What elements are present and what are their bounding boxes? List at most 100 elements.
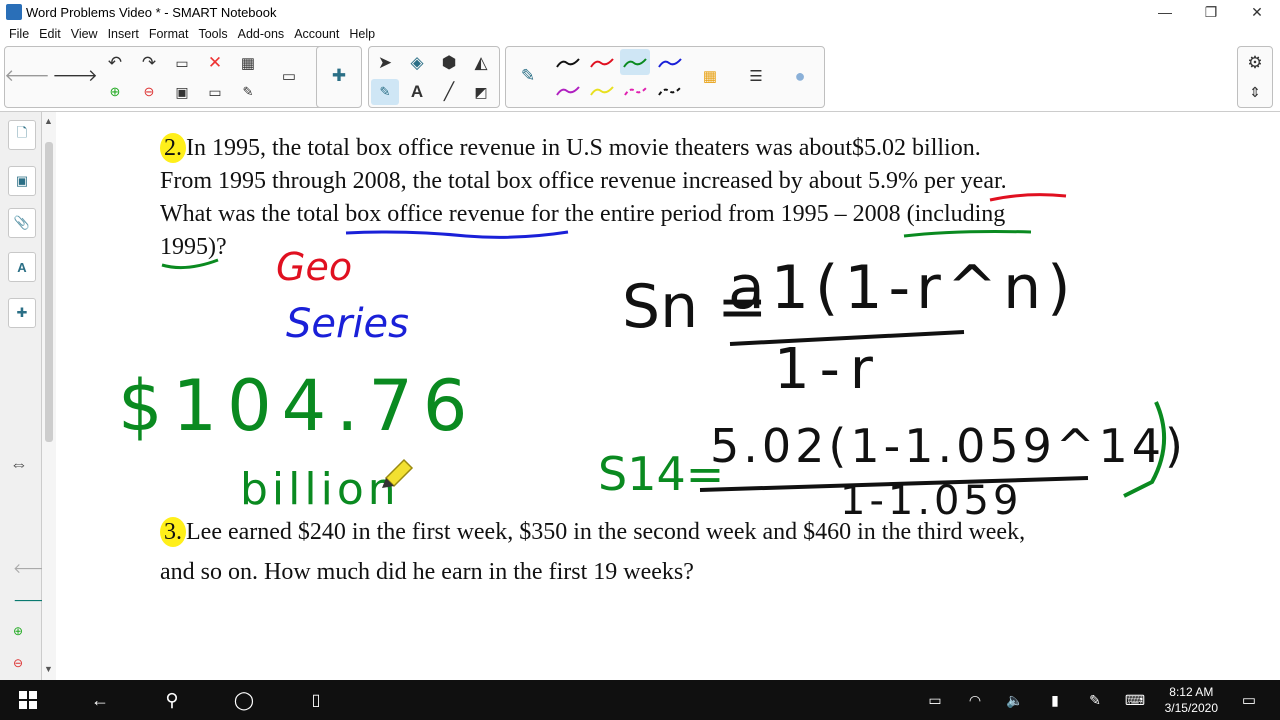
gallery-icon[interactable]: ▣ bbox=[8, 166, 36, 196]
table-icon[interactable]: ▦ bbox=[234, 50, 262, 76]
pen-type-icon[interactable]: ✎ bbox=[514, 63, 542, 89]
toolbar-group-pens: ✎ ▦ ☰ ● bbox=[505, 46, 825, 108]
delete-page-side-icon[interactable]: ⊖ bbox=[13, 656, 23, 670]
notifications-icon[interactable]: ▭ bbox=[1234, 680, 1264, 720]
menu-edit[interactable]: Edit bbox=[34, 27, 66, 41]
clock-date: 3/15/2020 bbox=[1164, 701, 1218, 715]
move-toolbar-icon[interactable]: ⇕ bbox=[1241, 79, 1269, 105]
calc-numerator: 5.02(1-1.059^14) bbox=[710, 419, 1187, 473]
underline-total-revenue bbox=[345, 230, 569, 239]
pen-yellow-icon[interactable] bbox=[588, 81, 616, 101]
toolbar: 🡐 🡒 ↶ ↷ ▭ ✕ ▦ ⊕ ⊖ ▣ ▭ ✎ ▭ ✚ ➤ ◈ ⬢ ◭ ✎ A … bbox=[0, 44, 1280, 112]
underline-5.9-percent bbox=[989, 193, 1067, 202]
document-camera-icon[interactable]: ▭ bbox=[275, 63, 303, 89]
task-view-icon[interactable]: ▯ bbox=[298, 680, 334, 720]
addons-tab-icon[interactable]: ✚ bbox=[8, 298, 36, 328]
forward-arrow-icon[interactable]: 🡒 bbox=[52, 63, 98, 89]
menu-bar: File Edit View Insert Format Tools Add-o… bbox=[0, 24, 1280, 44]
line-style-icon[interactable]: ☰ bbox=[742, 63, 770, 89]
windows-start-icon[interactable] bbox=[10, 680, 46, 720]
clock[interactable]: 8:12 AM 3/15/2020 bbox=[1165, 684, 1218, 716]
line-tool-icon[interactable]: ╱ bbox=[435, 79, 463, 105]
delete-icon[interactable]: ✕ bbox=[201, 50, 229, 76]
pen-tool-icon[interactable]: ✎ bbox=[371, 79, 399, 105]
wifi-icon[interactable]: ◠ bbox=[960, 680, 990, 720]
color-palette-icon[interactable]: ▦ bbox=[696, 63, 724, 89]
gear-icon[interactable]: ⚙ bbox=[1241, 50, 1269, 76]
open-file-icon[interactable]: ▭ bbox=[168, 50, 196, 76]
fill-effect-icon[interactable]: ● bbox=[786, 63, 814, 89]
eraser-icon[interactable]: ◩ bbox=[467, 79, 495, 105]
eraser-tool-icon[interactable]: ⬢ bbox=[435, 50, 463, 76]
menu-view[interactable]: View bbox=[66, 27, 103, 41]
pen-black-dash-icon[interactable] bbox=[656, 81, 684, 101]
calc-lhs: S14= bbox=[598, 447, 724, 501]
microphone-icon[interactable]: ▮ bbox=[1040, 680, 1070, 720]
close-button[interactable]: ✕ bbox=[1234, 4, 1280, 21]
toolbar-group-tools: ➤ ◈ ⬢ ◭ ✎ A ╱ ◩ bbox=[368, 46, 500, 108]
fill-tool-icon[interactable]: ◭ bbox=[467, 50, 495, 76]
notebook-canvas[interactable]: 2. In 1995, the total box office revenue … bbox=[56, 112, 1280, 680]
pen-red-icon[interactable] bbox=[588, 53, 616, 73]
underline-1995 bbox=[161, 258, 219, 270]
attachments-icon[interactable]: 📎 bbox=[8, 208, 36, 238]
pen-blue-icon[interactable] bbox=[656, 53, 684, 73]
handwriting-geo: Geo bbox=[276, 245, 352, 289]
ink-layer: Geo Series $104.76 billion Sn = a1(1-r^n… bbox=[118, 193, 1187, 524]
pen-workspace-icon[interactable]: ✎ bbox=[1080, 680, 1110, 720]
save-icon[interactable]: ▣ bbox=[168, 79, 196, 105]
menu-file[interactable]: File bbox=[4, 27, 34, 41]
volume-icon[interactable]: 🔈 bbox=[1000, 680, 1030, 720]
pen-purple-icon[interactable] bbox=[554, 81, 582, 101]
properties-icon[interactable]: ✎ bbox=[234, 79, 262, 105]
minimize-button[interactable]: — bbox=[1142, 4, 1188, 20]
search-icon[interactable]: ⚲ bbox=[154, 680, 190, 720]
pen-black-icon[interactable] bbox=[554, 53, 582, 73]
redo-icon[interactable]: ↷ bbox=[135, 50, 163, 76]
pen-green-icon[interactable] bbox=[620, 49, 650, 75]
handwriting-billion: billion bbox=[240, 464, 400, 515]
scroll-thumb[interactable] bbox=[45, 142, 53, 442]
shapes-tool-icon[interactable]: ◈ bbox=[403, 50, 431, 76]
page-sorter-icon[interactable]: 🗋 bbox=[8, 120, 36, 150]
puzzle-icon[interactable]: ✚ bbox=[325, 63, 353, 89]
delete-page-icon[interactable]: ⊖ bbox=[135, 79, 163, 105]
screen-shade-icon[interactable]: ▭ bbox=[201, 79, 229, 105]
text-tool-icon[interactable]: A bbox=[403, 79, 431, 105]
add-page-icon[interactable]: ⊕ bbox=[101, 79, 129, 105]
cortana-icon[interactable]: ◯ bbox=[226, 680, 262, 720]
back-icon[interactable]: ← bbox=[82, 680, 118, 720]
maximize-button[interactable]: ❐ bbox=[1188, 4, 1234, 21]
properties-tab-icon[interactable]: A bbox=[8, 252, 36, 282]
handwriting-series: Series bbox=[286, 301, 409, 347]
menu-addons[interactable]: Add-ons bbox=[233, 27, 290, 41]
select-tool-icon[interactable]: ➤ bbox=[371, 50, 399, 76]
clock-time: 8:12 AM bbox=[1169, 685, 1214, 699]
toolbar-group-addons: ✚ bbox=[316, 46, 362, 108]
formula-numerator: a1(1-r^n) bbox=[728, 253, 1077, 323]
add-page-side-icon[interactable]: ⊕ bbox=[13, 624, 23, 638]
underline-1995-2008 bbox=[903, 230, 1032, 238]
scroll-up-icon[interactable]: ▲ bbox=[44, 116, 53, 126]
undo-icon[interactable]: ↶ bbox=[101, 50, 129, 76]
keyboard-icon[interactable]: ⌨ bbox=[1118, 680, 1152, 720]
menu-insert[interactable]: Insert bbox=[103, 27, 144, 41]
menu-help[interactable]: Help bbox=[344, 27, 380, 41]
menu-account[interactable]: Account bbox=[289, 27, 344, 41]
title-bar: Word Problems Video * - SMART Notebook —… bbox=[0, 0, 1280, 24]
menu-tools[interactable]: Tools bbox=[193, 27, 232, 41]
taskbar: ← ⚲ ◯ ▯ ▭ ◠ 🔈 ▮ ✎ ⌨ 8:12 AM 3/15/2020 ▭ bbox=[0, 680, 1280, 720]
notebook-app-icon bbox=[6, 4, 22, 20]
vertical-scrollbar[interactable]: ▲ ▼ bbox=[42, 112, 56, 680]
windows-logo-icon bbox=[19, 691, 37, 709]
scroll-down-icon[interactable]: ▼ bbox=[44, 664, 53, 674]
menu-format[interactable]: Format bbox=[144, 27, 194, 41]
battery-icon[interactable]: ▭ bbox=[920, 680, 950, 720]
pen-pink-dash-icon[interactable] bbox=[622, 81, 650, 101]
swap-sidebar-icon[interactable]: ⇔ bbox=[10, 454, 28, 475]
formula-denominator: 1-r bbox=[774, 337, 883, 402]
calc-denominator: 1-1.059 bbox=[840, 478, 1022, 524]
side-tab-bar: 🗋 ▣ 📎 A ✚ ⇔ 🡐 🡒 ⊕ ⊖ bbox=[0, 112, 51, 680]
back-arrow-icon[interactable]: 🡐 bbox=[4, 63, 50, 89]
toolbar-group-settings: ⚙ ⇕ bbox=[1237, 46, 1273, 108]
